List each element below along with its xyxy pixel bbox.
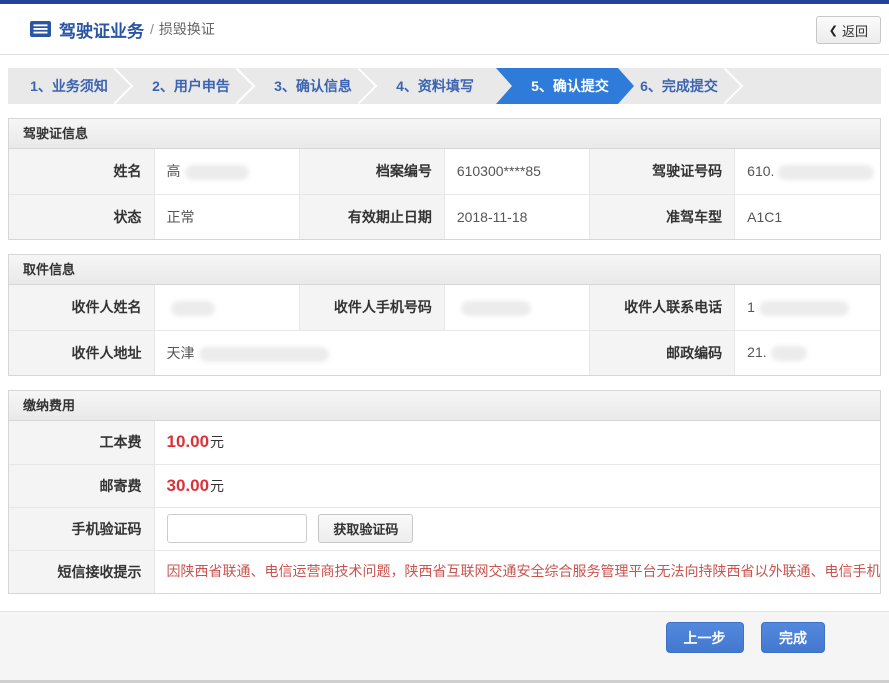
redaction-smudge: [461, 301, 531, 316]
step-bar-filler: [740, 68, 881, 104]
get-sms-code-button[interactable]: 获取验证码: [318, 514, 413, 543]
postage-fee-label: 邮寄费: [9, 464, 154, 507]
sms-code-input[interactable]: [167, 514, 307, 543]
file-number-label: 档案编号: [299, 149, 444, 194]
step-5-confirm-submit-active: 5、确认提交: [496, 68, 634, 104]
license-section-title: 驾驶证信息: [9, 119, 880, 149]
previous-step-button[interactable]: 上一步: [666, 622, 744, 653]
name-value: 高: [154, 149, 299, 194]
step-wizard: 1、业务须知 2、用户申告 3、确认信息 4、资料填写 5、确认提交 6、完成提…: [8, 68, 881, 104]
license-number-label: 驾驶证号码: [590, 149, 735, 194]
breadcrumb-current: 损毁换证: [159, 21, 215, 37]
zip-code-label: 邮政编码: [590, 330, 735, 375]
step-3-confirm-info: 3、确认信息: [252, 68, 374, 104]
status-label: 状态: [9, 194, 154, 239]
production-fee-value: 10.00元: [154, 421, 880, 464]
fee-amount: 30.00: [167, 476, 210, 495]
recipient-mobile-label: 收件人手机号码: [299, 285, 444, 330]
sms-code-cell: 获取验证码: [154, 507, 880, 550]
expiry-date-value: 2018-11-18: [444, 194, 589, 239]
postage-fee-value: 30.00元: [154, 464, 880, 507]
back-chevron-icon: ❮: [829, 24, 838, 37]
pickup-info-section: 取件信息 收件人姓名 收件人手机号码 收件人联系电话 1 收件人地址 天津 邮政…: [8, 254, 881, 376]
page-title: 驾驶证业务: [59, 17, 144, 42]
sms-notice-cell: 因陕西省联通、电信运营商技术问题，陕西省互联网交通安全综合服务管理平台无法向持陕…: [154, 550, 880, 593]
table-row: 邮寄费 30.00元: [9, 464, 880, 507]
redaction-smudge: [185, 165, 249, 180]
table-row: 收件人地址 天津 邮政编码 21.: [9, 330, 880, 375]
step-4-fill-data: 4、资料填写: [374, 68, 496, 104]
fees-section-title: 缴纳费用: [9, 391, 880, 421]
finish-button[interactable]: 完成: [761, 622, 825, 653]
fee-amount: 10.00: [167, 432, 210, 451]
fee-unit: 元: [210, 478, 224, 494]
redaction-smudge: [771, 346, 807, 361]
table-row: 收件人姓名 收件人手机号码 收件人联系电话 1: [9, 285, 880, 330]
step-6-complete-submit: 6、完成提交: [618, 68, 740, 104]
redaction-smudge: [199, 347, 329, 362]
recipient-phone-value: 1: [735, 285, 880, 330]
form-list-icon: [30, 21, 51, 37]
table-row: 短信接收提示 因陕西省联通、电信运营商技术问题，陕西省互联网交通安全综合服务管理…: [9, 550, 880, 593]
recipient-phone-label: 收件人联系电话: [590, 285, 735, 330]
page: 驾驶证业务 / 损毁换证 ❮ 返回 1、业务须知 2、用户申告 3、确认信息 4、资…: [0, 0, 889, 683]
header: 驾驶证业务 / 损毁换证 ❮ 返回: [0, 4, 889, 55]
redaction-smudge: [759, 301, 849, 316]
step-2-user-declaration: 2、用户申告: [130, 68, 252, 104]
back-button[interactable]: ❮ 返回: [816, 16, 881, 44]
redaction-smudge: [171, 301, 215, 316]
vehicle-class-label: 准驾车型: [590, 194, 735, 239]
license-info-table: 姓名 高 档案编号 610300****85 驾驶证号码 610. 状态 正常 …: [9, 149, 880, 239]
status-value: 正常: [154, 194, 299, 239]
recipient-mobile-value: [444, 285, 589, 330]
fees-section: 缴纳费用 工本费 10.00元 邮寄费 30.00元 手机验证码 获取验证码 短…: [8, 390, 881, 594]
footer-bar: 上一步 完成: [0, 612, 889, 680]
zip-code-value: 21.: [735, 330, 880, 375]
license-info-section: 驾驶证信息 姓名 高 档案编号 610300****85 驾驶证号码 610. …: [8, 118, 881, 240]
fees-table: 工本费 10.00元 邮寄费 30.00元 手机验证码 获取验证码 短信接收提示…: [9, 421, 880, 593]
breadcrumb-separator: /: [150, 21, 154, 37]
vehicle-class-value: A1C1: [735, 194, 880, 239]
recipient-address-label: 收件人地址: [9, 330, 154, 375]
step-1-business-notice: 1、业务须知: [8, 68, 130, 104]
license-number-value: 610.: [735, 149, 880, 194]
table-row: 姓名 高 档案编号 610300****85 驾驶证号码 610.: [9, 149, 880, 194]
table-row: 工本费 10.00元: [9, 421, 880, 464]
recipient-name-label: 收件人姓名: [9, 285, 154, 330]
fee-unit: 元: [210, 434, 224, 450]
pickup-section-title: 取件信息: [9, 255, 880, 285]
sms-code-label: 手机验证码: [9, 507, 154, 550]
redaction-smudge: [778, 165, 874, 180]
page-subtitle: / 损毁换证: [150, 19, 215, 39]
sms-notice-text: 因陕西省联通、电信运营商技术问题，陕西省互联网交通安全综合服务管理平台无法向持陕…: [167, 563, 881, 579]
expiry-date-label: 有效期止日期: [299, 194, 444, 239]
table-row: 手机验证码 获取验证码: [9, 507, 880, 550]
production-fee-label: 工本费: [9, 421, 154, 464]
file-number-value: 610300****85: [444, 149, 589, 194]
sms-notice-label: 短信接收提示: [9, 550, 154, 593]
pickup-info-table: 收件人姓名 收件人手机号码 收件人联系电话 1 收件人地址 天津 邮政编码 21…: [9, 285, 880, 375]
back-button-label: 返回: [842, 21, 868, 40]
recipient-address-value: 天津: [154, 330, 590, 375]
table-row: 状态 正常 有效期止日期 2018-11-18 准驾车型 A1C1: [9, 194, 880, 239]
recipient-name-value: [154, 285, 299, 330]
name-label: 姓名: [9, 149, 154, 194]
